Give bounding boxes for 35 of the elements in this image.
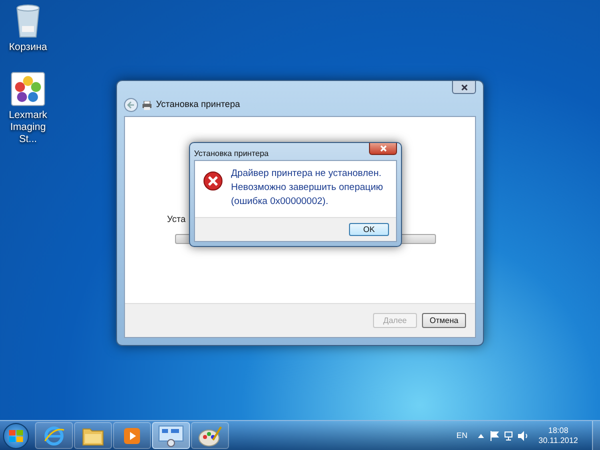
- window-title: Установка принтера: [156, 98, 240, 112]
- language-indicator[interactable]: EN: [456, 430, 468, 442]
- close-icon: [380, 145, 386, 152]
- wizard-button[interactable]: Отмена: [422, 313, 466, 328]
- clock-time: 18:08: [548, 426, 568, 436]
- windows-logo-icon: [9, 430, 23, 442]
- error-message: Драйвер принтера не установлен. Невозможно завершить операцию (ошибка 0x00000002).: [231, 167, 384, 209]
- show-desktop-button[interactable]: [592, 420, 600, 450]
- folder-icon: [82, 426, 104, 446]
- recycle-bin-icon[interactable]: [15, 4, 41, 38]
- dialog-title: Установка принтера: [194, 148, 269, 160]
- ok-button[interactable]: OK: [349, 223, 389, 236]
- up-arrow-icon[interactable]: [478, 434, 484, 438]
- network-icon[interactable]: [504, 430, 514, 440]
- printer-icon: [142, 100, 152, 110]
- flag-icon[interactable]: [490, 430, 500, 440]
- close-button[interactable]: [369, 143, 397, 155]
- devices-icon: [158, 424, 184, 446]
- palette-icon: [198, 424, 222, 446]
- start-button[interactable]: [3, 422, 29, 448]
- clock[interactable]: 18:08 30.11.2012: [538, 426, 578, 446]
- desktop-icon-label[interactable]: Корзина: [8, 42, 48, 54]
- clock-date: 30.11.2012: [538, 436, 578, 446]
- back-arrow-icon: [127, 101, 135, 109]
- speaker-icon[interactable]: [518, 430, 529, 440]
- error-icon: [203, 171, 223, 191]
- taskbar-button[interactable]: [152, 422, 190, 449]
- back-button[interactable]: [124, 98, 138, 112]
- close-icon: [460, 84, 468, 90]
- desktop-icon-label[interactable]: Lexmark Imaging St...: [0, 110, 56, 146]
- flower-app-icon[interactable]: [11, 72, 45, 106]
- status-text: Уста: [167, 213, 186, 226]
- play-icon: [123, 426, 141, 444]
- browser-e-icon: [43, 424, 65, 446]
- close-button[interactable]: [452, 81, 476, 94]
